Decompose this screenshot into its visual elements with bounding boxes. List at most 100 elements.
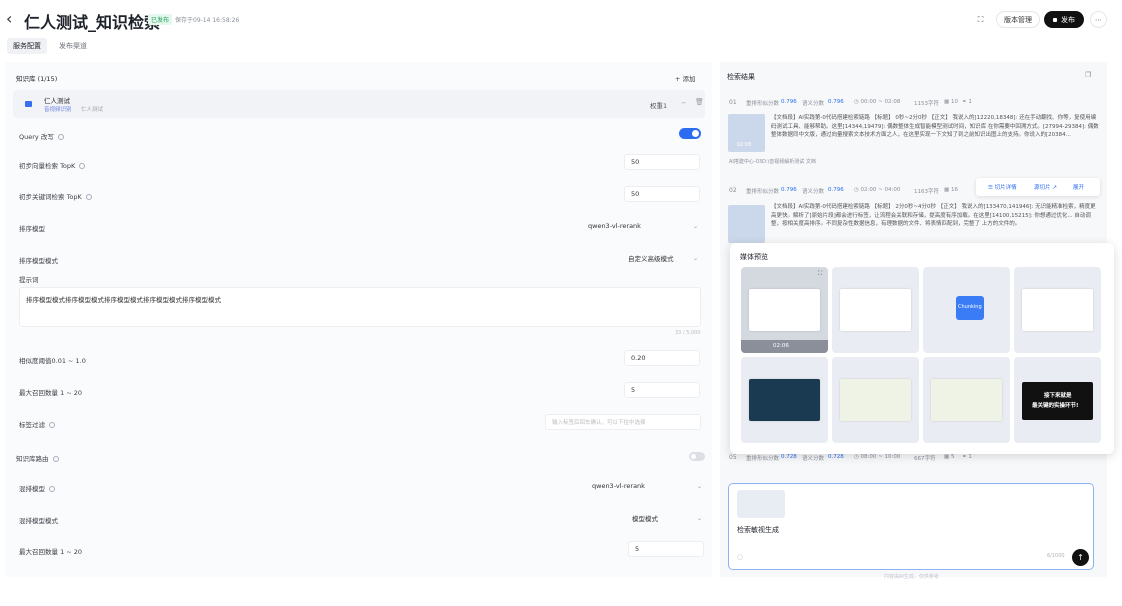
rank-model-select[interactable]: qwen3-vl-rerank ⌄: [588, 218, 698, 234]
result-thumbnail[interactable]: [728, 205, 765, 243]
char-count: 1153字符: [914, 101, 939, 107]
prompt-text: 排序模型模式排序模型模式排序模型模式排序模型模式排序模型模式: [26, 296, 221, 304]
publish-dot-icon: [1053, 17, 1057, 22]
media-thumb-8[interactable]: 接下来就是 最关键的实操环节!: [1014, 357, 1101, 443]
toggle-knob: [691, 454, 696, 459]
result-text: 【文档段】AI实践第-0代码搭建检索链路 【标题】 0秒~2分0秒 【正文】 我…: [771, 115, 1099, 138]
duration-bar: 02:06: [741, 340, 828, 353]
publish-button[interactable]: 发布: [1044, 11, 1084, 28]
result-source: AI搭建中心-03D:\音视频解析测试 文档: [729, 159, 816, 165]
kb-route-toggle[interactable]: [689, 452, 705, 461]
attach-icon[interactable]: ○: [737, 553, 743, 561]
slice-detail-button[interactable]: ☰ 切片详情: [988, 183, 1017, 191]
info-icon: [85, 194, 92, 200]
tab-service-config[interactable]: 服务配置: [7, 38, 47, 54]
grid-count: ▦ 5: [944, 454, 955, 460]
slide-image: [749, 289, 820, 331]
slide-image: [749, 379, 820, 421]
info-icon: [49, 486, 55, 492]
media-thumb-4[interactable]: [1014, 267, 1101, 353]
grid-count: ▦ 10: [944, 99, 958, 105]
prompt-label: 提示词: [19, 276, 39, 284]
results-title: 检索结果: [727, 73, 755, 81]
expand-button[interactable]: 展开: [1073, 183, 1084, 191]
video-kb-icon: [25, 101, 32, 107]
max-recall-input[interactable]: 5: [624, 382, 700, 398]
result-index: 02: [729, 187, 737, 194]
kb-section-title: 知识库 (1/15): [16, 75, 58, 83]
media-thumb-5[interactable]: [741, 357, 828, 443]
semantic-score: 0.796: [828, 187, 844, 193]
kb-item-name: 仁人测试: [44, 97, 70, 105]
tag-filter-input[interactable]: 输入标签后回车确认，可以下拉中选择: [545, 414, 701, 430]
max-recall2-label: 最大召回数量 1 ~ 20: [19, 548, 83, 556]
semantic-score-label: 语义分数: [802, 456, 825, 462]
chevron-down-icon: ⌄: [696, 483, 702, 490]
char-count: 667字符: [914, 456, 936, 462]
saved-time: 保存于09-14 16:58:26: [175, 17, 240, 24]
copy-icon[interactable]: ❐: [1085, 71, 1091, 79]
chunking-box: Chunking: [956, 296, 984, 320]
fullscreen-icon[interactable]: ⛶: [972, 11, 989, 28]
vector-topk-input[interactable]: 50: [624, 154, 700, 170]
char-counter: 6/1000: [1047, 553, 1065, 559]
tab-publish-channel[interactable]: 发布渠道: [55, 38, 91, 54]
semantic-score: 0.796: [828, 99, 844, 105]
result-card[interactable]: 01 重排形似分数 0.796 语义分数 0.796 ◷ 00:00 ~ 02:…: [726, 95, 1104, 175]
query-rewrite-toggle[interactable]: [679, 128, 701, 139]
slide-image: [1022, 289, 1093, 331]
more-icon[interactable]: ⋯: [1090, 11, 1107, 28]
time-range: ◷ 08:00 ~ 10:00: [854, 454, 901, 460]
expand-icon[interactable]: ⛶: [818, 270, 822, 278]
media-thumb-2[interactable]: [832, 267, 919, 353]
keyword-topk-input[interactable]: 50: [624, 186, 700, 202]
back-arrow-icon[interactable]: ‹: [6, 11, 12, 27]
mix-model-select[interactable]: qwen3-vl-rerank ⌄: [592, 478, 702, 494]
max-recall2-input[interactable]: 5: [628, 541, 704, 557]
query-composer[interactable]: 检索敏视生成 ○ 6/1000 ↑: [728, 483, 1094, 570]
send-button[interactable]: ↑: [1072, 549, 1089, 566]
char-count: 1163字符: [914, 189, 939, 195]
slide-image: [840, 379, 911, 421]
page-title: 仁人测试_知识检索: [24, 13, 161, 32]
minus-icon[interactable]: −: [681, 99, 686, 107]
rerank-score-label: 重排形似分数: [746, 101, 780, 107]
media-thumb-7[interactable]: [923, 357, 1010, 443]
slide-text-line2: 最关键的实操环节!: [1032, 403, 1079, 409]
mix-mode-select[interactable]: 模型模式 ⌄: [632, 510, 702, 526]
kb-weight[interactable]: 权重1: [650, 100, 667, 110]
media-thumb-1[interactable]: ⛶ 02:06: [741, 267, 828, 353]
result-actions: ☰ 切片详情 源切片 ↗ 展开: [976, 178, 1100, 196]
time-range: ◷ 02:00 ~ 04:00: [854, 187, 901, 193]
chunking-label: Chunking: [958, 304, 982, 310]
prompt-textarea[interactable]: 排序模型模式排序模型模式排序模型模式排序模型模式排序模型模式: [19, 287, 701, 327]
media-thumb-6[interactable]: [832, 357, 919, 443]
tag-filter-label: 标签过滤: [19, 419, 55, 429]
vector-topk-label: 初步向量检索 TopK: [19, 160, 86, 170]
slide-text-line1: 接下来就是: [1044, 393, 1072, 399]
delete-icon[interactable]: 🗑: [695, 98, 704, 106]
kb-item[interactable]: 仁人测试 音视频识别 仁人测试 权重1 − 🗑: [13, 90, 705, 118]
slide-image: 接下来就是 最关键的实操环节!: [1022, 382, 1093, 420]
rank-mode-select[interactable]: 自定义高级模式 ⌄: [628, 250, 698, 266]
attached-image-thumb[interactable]: [737, 490, 785, 518]
mix-model-label: 混排模型: [19, 483, 55, 493]
info-icon: [79, 163, 86, 169]
chevron-down-icon: ⌄: [692, 223, 698, 230]
threshold-input[interactable]: 0.20: [624, 350, 700, 366]
chevron-down-icon: ⌄: [696, 515, 702, 522]
result-index: 01: [729, 99, 737, 106]
source-slice-button[interactable]: 源切片 ↗: [1034, 183, 1057, 191]
add-kb-button[interactable]: + 添加: [675, 73, 696, 83]
semantic-score: 0.728: [828, 454, 844, 460]
status-badge: 已发布: [148, 14, 173, 25]
rerank-score: 0.796: [781, 99, 797, 105]
link-count: ⚭ 1: [962, 454, 972, 460]
info-icon: [52, 456, 59, 462]
version-management-button[interactable]: 版本管理: [996, 11, 1040, 28]
media-thumb-3[interactable]: Chunking: [923, 267, 1010, 353]
query-input-text[interactable]: 检索敏视生成: [737, 525, 779, 535]
info-icon: [49, 422, 55, 428]
result-thumbnail[interactable]: 02:08: [728, 114, 765, 152]
info-icon: [57, 134, 64, 140]
